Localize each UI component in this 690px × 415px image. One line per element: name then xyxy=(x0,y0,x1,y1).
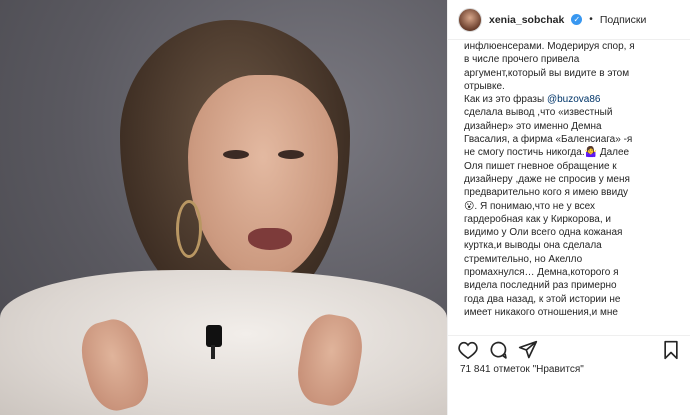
caption-text-after: сделала вывод ,что «известный дизайнер» … xyxy=(464,107,633,318)
likes-count[interactable]: 71 841 отметок "Нравится" xyxy=(460,364,584,375)
verified-badge-icon: ✓ xyxy=(571,14,583,25)
caption-text: инфлюенсерами. Модерируя спор, я в числе… xyxy=(464,40,675,319)
lapel-microphone xyxy=(206,325,222,359)
post-header: xenia_sobchak ✓ • Подписки xyxy=(448,0,690,40)
video-person-shirt xyxy=(0,270,447,415)
comment-icon[interactable] xyxy=(486,338,510,362)
post-caption: инфлюенсерами. Модерируя спор, я в числе… xyxy=(448,40,690,335)
video-person-eye-left xyxy=(223,150,249,159)
post-sidebar: xenia_sobchak ✓ • Подписки инфлюенсерами… xyxy=(447,0,690,415)
instagram-post: xenia_sobchak ✓ • Подписки инфлюенсерами… xyxy=(0,0,690,415)
video-person-earring xyxy=(176,200,202,258)
share-icon[interactable] xyxy=(516,338,540,362)
bookmark-icon[interactable] xyxy=(659,338,683,362)
video-person-eye-right xyxy=(278,150,304,159)
username-link[interactable]: xenia_sobchak xyxy=(489,14,564,26)
header-separator: • xyxy=(589,14,593,25)
heart-icon[interactable] xyxy=(456,338,480,362)
post-actions xyxy=(448,335,690,363)
follow-button[interactable]: Подписки xyxy=(600,14,647,26)
mention-link[interactable]: @buzova86 xyxy=(547,94,601,105)
video-person-mouth xyxy=(248,228,292,250)
post-video[interactable] xyxy=(0,0,447,415)
post-footer xyxy=(448,385,690,415)
avatar[interactable] xyxy=(458,7,482,32)
